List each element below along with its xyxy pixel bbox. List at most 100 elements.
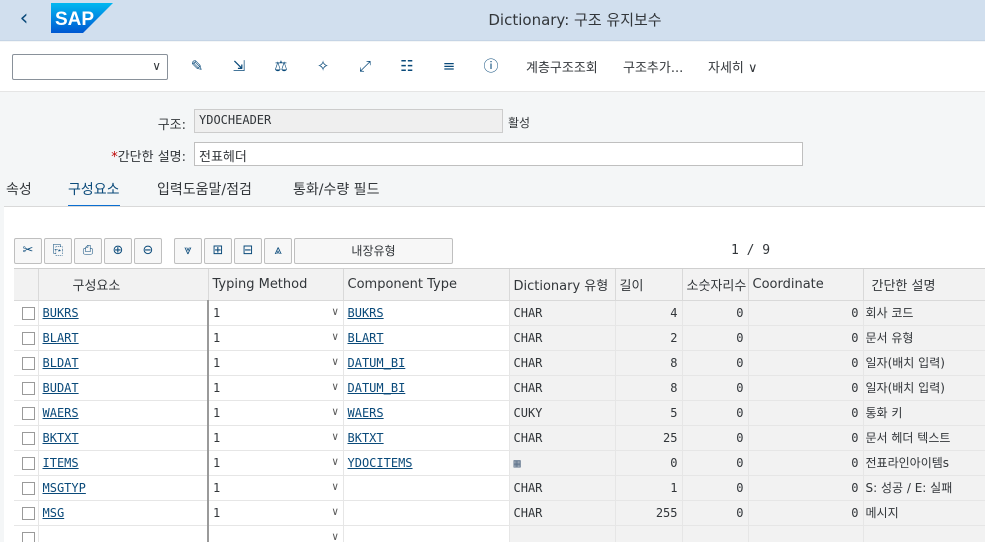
component-name-cell[interactable]: BUKRS bbox=[38, 300, 209, 326]
component-name-cell[interactable]: WAERS bbox=[38, 400, 209, 426]
component-name-cell[interactable]: BLDAT bbox=[38, 350, 209, 376]
row-checkbox[interactable] bbox=[14, 525, 39, 542]
chevron-down-icon[interactable]: ∨ bbox=[332, 455, 339, 468]
chevron-down-icon[interactable]: ∨ bbox=[332, 530, 339, 542]
more-button[interactable]: 자세히 ∨ bbox=[708, 57, 758, 76]
chevron-down-icon[interactable]: ∨ bbox=[332, 330, 339, 343]
command-select[interactable]: ∨ bbox=[12, 54, 168, 80]
add-row-icon[interactable]: ⊕ bbox=[104, 238, 132, 264]
chevron-down-icon[interactable]: ∨ bbox=[332, 305, 339, 318]
component-name-cell[interactable]: BUDAT bbox=[38, 375, 209, 401]
typing-method-cell[interactable]: 1 ∨ bbox=[207, 425, 344, 451]
stack-icon[interactable]: ≡ bbox=[438, 55, 460, 77]
copy-icon[interactable]: ⎘ bbox=[44, 238, 72, 264]
tab-currency-fields[interactable]: 통화/수량 필드 bbox=[293, 179, 379, 205]
table-row[interactable]: WAERS 1 ∨ WAERS CUKY 5 0 0 통화 키 bbox=[14, 400, 985, 426]
typing-method-cell[interactable]: 1 ∨ bbox=[207, 500, 344, 526]
col-description[interactable]: 간단한 설명 bbox=[863, 269, 985, 301]
table-row[interactable]: ITEMS 1 ∨ YDOCITEMS ▦ 0 0 0 전표라인아이템s bbox=[14, 450, 985, 476]
chevron-down-icon[interactable]: ∨ bbox=[332, 380, 339, 393]
chevron-down-icon[interactable]: ∨ bbox=[332, 480, 339, 493]
typing-method-cell[interactable]: 1 ∨ bbox=[207, 375, 344, 401]
info-icon[interactable]: ⓘ bbox=[480, 55, 502, 77]
component-type-cell[interactable]: BLART bbox=[343, 325, 510, 351]
tab-attributes[interactable]: 속성 bbox=[6, 179, 32, 205]
delete-icon[interactable]: ⊟ bbox=[234, 238, 262, 264]
checkbox-icon[interactable] bbox=[22, 531, 35, 542]
table-row[interactable]: BLART 1 ∨ BLART CHAR 2 0 0 문서 유형 bbox=[14, 325, 985, 351]
checkbox-icon[interactable] bbox=[22, 481, 35, 495]
row-checkbox[interactable] bbox=[14, 475, 39, 501]
component-name-cell[interactable]: MSG bbox=[38, 500, 209, 526]
typing-method-cell[interactable]: 1 ∨ bbox=[207, 325, 344, 351]
checkbox-icon[interactable] bbox=[22, 431, 35, 445]
row-checkbox[interactable] bbox=[14, 300, 39, 326]
paste-icon[interactable]: ⎙ bbox=[74, 238, 102, 264]
chevron-down-icon[interactable]: ∨ bbox=[332, 430, 339, 443]
col-component-type[interactable]: Component Type bbox=[343, 269, 510, 301]
table-row[interactable]: BLDAT 1 ∨ DATUM_BI CHAR 8 0 0 일자(배치 입력) bbox=[14, 350, 985, 376]
typing-method-cell[interactable]: 1 ∨ bbox=[207, 450, 344, 476]
table-row[interactable]: MSGTYP 1 ∨ CHAR 1 0 0 S: 성공 / E: 실패 bbox=[14, 475, 985, 501]
builtin-type-button[interactable]: 내장유형 bbox=[294, 238, 453, 264]
checkbox-icon[interactable] bbox=[22, 506, 35, 520]
component-type-cell[interactable] bbox=[343, 500, 510, 526]
typing-method-cell[interactable]: ∨ bbox=[207, 525, 344, 542]
col-coordinate[interactable]: Coordinate bbox=[748, 269, 864, 301]
row-checkbox[interactable] bbox=[14, 400, 39, 426]
checkbox-icon[interactable] bbox=[22, 306, 35, 320]
component-name-cell[interactable]: BKTXT bbox=[38, 425, 209, 451]
export-icon[interactable]: ⇲ bbox=[228, 55, 250, 77]
checkbox-icon[interactable] bbox=[22, 331, 35, 345]
chevron-down-icon[interactable]: ∨ bbox=[332, 505, 339, 518]
table-row[interactable]: BUDAT 1 ∨ DATUM_BI CHAR 8 0 0 일자(배치 입력) bbox=[14, 375, 985, 401]
chevron-down-icon[interactable]: ∨ bbox=[332, 405, 339, 418]
component-type-cell[interactable]: YDOCITEMS bbox=[343, 450, 510, 476]
checkbox-icon[interactable] bbox=[22, 381, 35, 395]
component-type-cell[interactable]: BKTXT bbox=[343, 425, 510, 451]
expand-up-icon[interactable]: ⩓ bbox=[264, 238, 292, 264]
table-row[interactable]: BKTXT 1 ∨ BKTXT CHAR 25 0 0 문서 헤더 텍스트 bbox=[14, 425, 985, 451]
hierarchy-view-button[interactable]: 계층구조조회 bbox=[526, 57, 598, 76]
chevron-down-icon[interactable]: ∨ bbox=[332, 355, 339, 368]
typing-method-cell[interactable]: 1 ∨ bbox=[207, 350, 344, 376]
checkbox-icon[interactable] bbox=[22, 456, 35, 470]
table-row[interactable]: ∨ bbox=[14, 525, 985, 542]
description-field[interactable]: 전표헤더 bbox=[194, 142, 803, 166]
col-length[interactable]: 길이 bbox=[615, 269, 683, 301]
checkbox-icon[interactable] bbox=[22, 356, 35, 370]
row-checkbox[interactable] bbox=[14, 325, 39, 351]
row-checkbox[interactable] bbox=[14, 500, 39, 526]
insert-icon[interactable]: ⊞ bbox=[204, 238, 232, 264]
col-typing-method[interactable]: Typing Method bbox=[208, 269, 344, 301]
typing-method-cell[interactable]: 1 ∨ bbox=[207, 400, 344, 426]
typing-method-cell[interactable]: 1 ∨ bbox=[207, 475, 344, 501]
table-row[interactable]: MSG 1 ∨ CHAR 255 0 0 메시지 bbox=[14, 500, 985, 526]
component-name-cell[interactable]: MSGTYP bbox=[38, 475, 209, 501]
col-component[interactable]: 구성요소 bbox=[38, 269, 209, 301]
row-checkbox[interactable] bbox=[14, 350, 39, 376]
select-all-header[interactable] bbox=[14, 269, 39, 301]
hierarchy-icon[interactable]: ☷ bbox=[396, 55, 418, 77]
tab-components[interactable]: 구성요소 bbox=[68, 179, 120, 208]
tab-input-help[interactable]: 입력도움말/점검 bbox=[157, 179, 252, 205]
typing-method-cell[interactable]: 1 ∨ bbox=[207, 300, 344, 326]
wand-icon[interactable]: ✧ bbox=[312, 55, 334, 77]
row-checkbox[interactable] bbox=[14, 375, 39, 401]
component-type-cell[interactable]: DATUM_BI bbox=[343, 350, 510, 376]
component-type-cell[interactable]: DATUM_BI bbox=[343, 375, 510, 401]
append-structure-button[interactable]: 구조추가... bbox=[623, 57, 683, 76]
cut-icon[interactable]: ✂ bbox=[14, 238, 42, 264]
remove-row-icon[interactable]: ⊖ bbox=[134, 238, 162, 264]
pencil-glasses-icon[interactable]: ✎ bbox=[186, 55, 208, 77]
navigate-icon[interactable]: ⤢ bbox=[354, 55, 376, 77]
component-type-cell[interactable]: WAERS bbox=[343, 400, 510, 426]
component-type-cell[interactable] bbox=[343, 475, 510, 501]
component-name-cell[interactable]: ITEMS bbox=[38, 450, 209, 476]
component-name-cell[interactable] bbox=[38, 525, 209, 542]
checkbox-icon[interactable] bbox=[22, 406, 35, 420]
table-row[interactable]: BUKRS 1 ∨ BUKRS CHAR 4 0 0 회사 코드 bbox=[14, 300, 985, 326]
col-decimals[interactable]: 소숫자리수 bbox=[682, 269, 749, 301]
row-checkbox[interactable] bbox=[14, 450, 39, 476]
balance-icon[interactable]: ⚖ bbox=[270, 55, 292, 77]
